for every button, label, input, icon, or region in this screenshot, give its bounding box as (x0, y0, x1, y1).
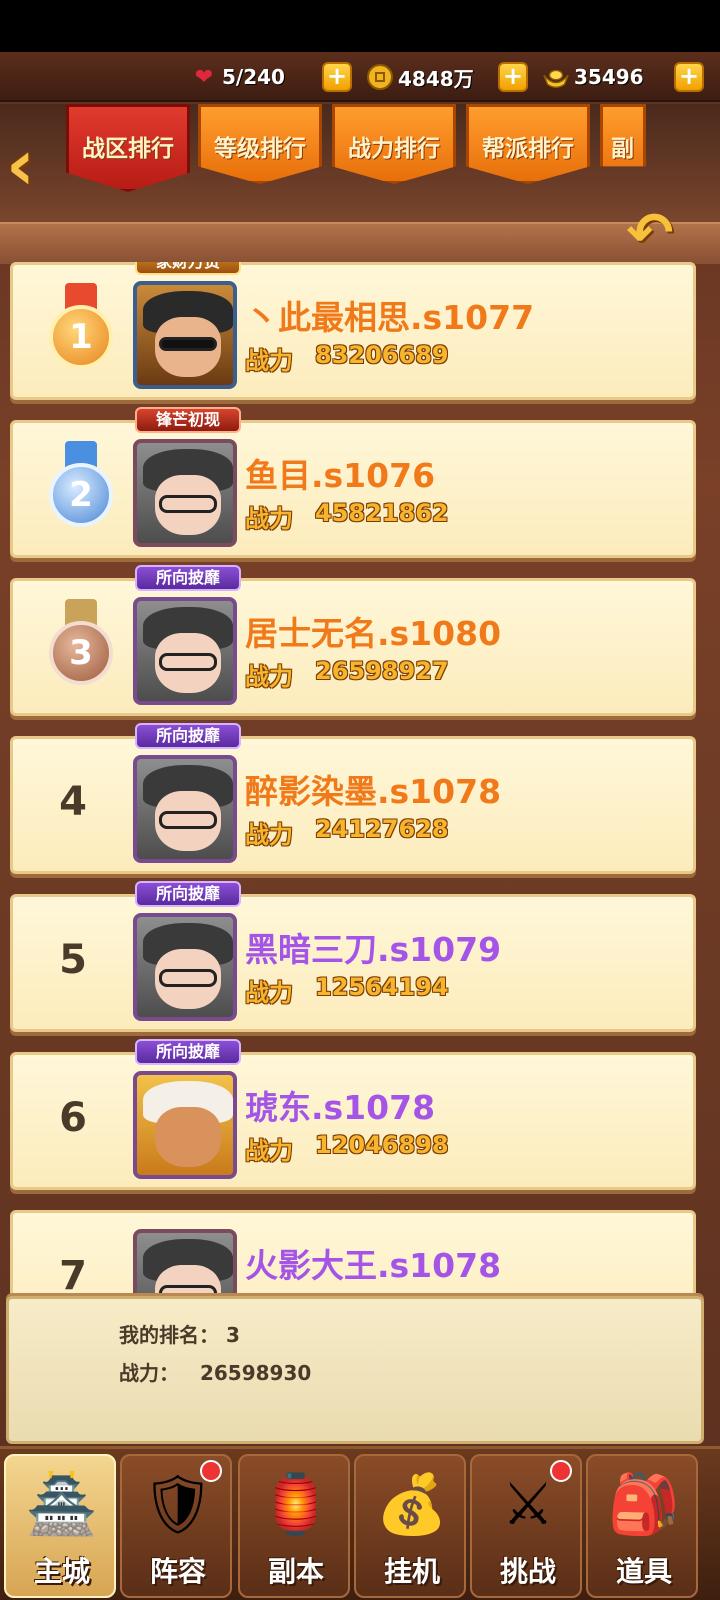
ranking-row[interactable]: 4 所向披靡 醉影染墨.s1078 战力 24127628 (10, 723, 696, 874)
nav-formation[interactable]: 🛡 阵容 (120, 1454, 232, 1598)
power-value: 45821862 (315, 499, 449, 527)
stamina-value: 5/240 (222, 65, 285, 89)
player-name: 丶此最相思.s1077 (245, 298, 535, 337)
rank-number: 3 (69, 633, 93, 673)
my-rank-panel: 我的排名： 3 战力： 26598930 (6, 1296, 704, 1444)
add-stamina-button[interactable]: + (322, 62, 352, 92)
power-label: 战力 (245, 821, 293, 849)
my-rank-value: 3 (225, 1323, 240, 1347)
power-label: 战力 (245, 505, 293, 533)
tab-label: 战区排行 (82, 136, 174, 162)
avatar[interactable] (133, 439, 237, 547)
silver-medal-icon: 2 (41, 441, 121, 537)
avatar[interactable] (133, 913, 237, 1021)
my-power-value: 26598930 (199, 1361, 312, 1385)
power-value: 26598927 (315, 657, 449, 685)
player-name: 黑暗三刀.s1079 (245, 930, 502, 969)
tab-label: 等级排行 (214, 136, 306, 162)
power-value: 12564194 (315, 973, 449, 1001)
title-badge: 所向披靡 (135, 723, 241, 749)
nav-dungeon[interactable]: 🏮 副本 (238, 1454, 350, 1598)
ranking-row[interactable]: 1 家财万贯 丶此最相思.s1077 战力 83206689 (10, 262, 696, 400)
notification-dot (200, 1460, 222, 1482)
bronze-medal-icon: 3 (41, 599, 121, 695)
player-name: 居士无名.s1080 (245, 614, 502, 653)
power-label: 战力 (245, 663, 293, 691)
nav-main-city[interactable]: 🏯 主城 (4, 1454, 116, 1598)
nav-label: 挑战 (499, 1555, 556, 1588)
nav-idle[interactable]: 💰 挂机 (354, 1454, 466, 1598)
player-name: 鱼目.s1076 (245, 456, 436, 495)
ranking-row[interactable]: 5 所向披靡 黑暗三刀.s1079 战力 12564194 (10, 881, 696, 1032)
coins-display: 4848万 (366, 60, 474, 94)
ranking-list[interactable]: 1 家财万贯 丶此最相思.s1077 战力 83206689 2 锋芒初现 鱼目… (0, 262, 720, 1298)
avatar[interactable] (133, 1071, 237, 1179)
add-ingots-button[interactable]: + (674, 62, 704, 92)
dungeon-icon: 🏮 (259, 1470, 333, 1538)
items-bag-icon: 🎒 (607, 1470, 681, 1538)
stamina-display: ❤ 5/240 (190, 60, 285, 94)
my-power-line: 战力： 26598930 (119, 1357, 311, 1386)
tab-label: 帮派排行 (482, 136, 574, 162)
rank-number: 7 (59, 1253, 87, 1298)
rank-number: 4 (59, 779, 87, 825)
resource-bar: ❤ 5/240 + 4848万 + 35496 + (0, 52, 720, 102)
avatar[interactable] (133, 597, 237, 705)
ranking-row[interactable]: 7 火影大王.s1078 (10, 1210, 696, 1298)
avatar[interactable] (133, 1229, 237, 1298)
heart-icon: ❤ (194, 64, 214, 90)
nav-label: 副本 (267, 1555, 324, 1588)
rank-number: 1 (69, 317, 93, 357)
power-label: 战力 (245, 1137, 293, 1165)
title-badge: 所向披靡 (135, 1039, 241, 1065)
nav-label: 道具 (615, 1555, 672, 1588)
tab-label: 战力排行 (348, 136, 440, 162)
avatar[interactable] (133, 755, 237, 863)
player-name: 琥东.s1078 (245, 1088, 436, 1127)
idle-loot-icon: 💰 (375, 1470, 449, 1538)
rank-number: 5 (59, 937, 87, 983)
power-value: 12046898 (315, 1131, 449, 1159)
header-shelf (0, 222, 720, 262)
ingots-display: 35496 (542, 60, 644, 94)
power-label: 战力 (245, 347, 293, 375)
city-gate-icon: 🏯 (25, 1470, 99, 1538)
gold-ingot-icon (542, 63, 570, 91)
rank-number: 2 (69, 475, 93, 515)
player-name: 醉影染墨.s1078 (245, 772, 502, 811)
title-badge: 家财万贯 (135, 262, 241, 275)
rank-number: 6 (59, 1095, 87, 1141)
nav-items[interactable]: 🎒 道具 (586, 1454, 698, 1598)
avatar[interactable] (133, 281, 237, 389)
nav-label: 阵容 (149, 1555, 206, 1588)
title-badge: 所向披靡 (135, 881, 241, 907)
power-value: 83206689 (315, 341, 449, 369)
power-value: 24127628 (315, 815, 449, 843)
nav-challenge[interactable]: ⚔ 挑战 (470, 1454, 582, 1598)
status-bar (0, 0, 720, 52)
title-badge: 所向披靡 (135, 565, 241, 591)
add-coins-button[interactable]: + (498, 62, 528, 92)
ingots-value: 35496 (574, 65, 644, 89)
ranking-row[interactable]: 3 所向披靡 居士无名.s1080 战力 26598927 (10, 565, 696, 716)
return-arrow-icon[interactable]: ↶ (614, 206, 686, 266)
power-label: 战力 (245, 979, 293, 1007)
back-arrow-icon[interactable]: ‹ (6, 130, 56, 202)
ranking-row[interactable]: 6 所向披靡 琥东.s1078 战力 12046898 (10, 1039, 696, 1190)
nav-label: 挂机 (383, 1555, 440, 1588)
my-rank-line: 我的排名： 3 (119, 1319, 240, 1348)
my-rank-label: 我的排名： (119, 1323, 219, 1347)
nav-label: 主城 (33, 1555, 90, 1588)
coins-value: 4848万 (398, 66, 474, 91)
notification-dot (550, 1460, 572, 1482)
player-name: 火影大王.s1078 (245, 1246, 502, 1285)
tab-label: 副 (611, 136, 634, 162)
my-power-label: 战力： (119, 1361, 179, 1385)
gold-medal-icon: 1 (41, 283, 121, 379)
coin-icon (366, 63, 394, 91)
title-badge: 锋芒初现 (135, 407, 241, 433)
ranking-row[interactable]: 2 锋芒初现 鱼目.s1076 战力 45821862 (10, 407, 696, 558)
